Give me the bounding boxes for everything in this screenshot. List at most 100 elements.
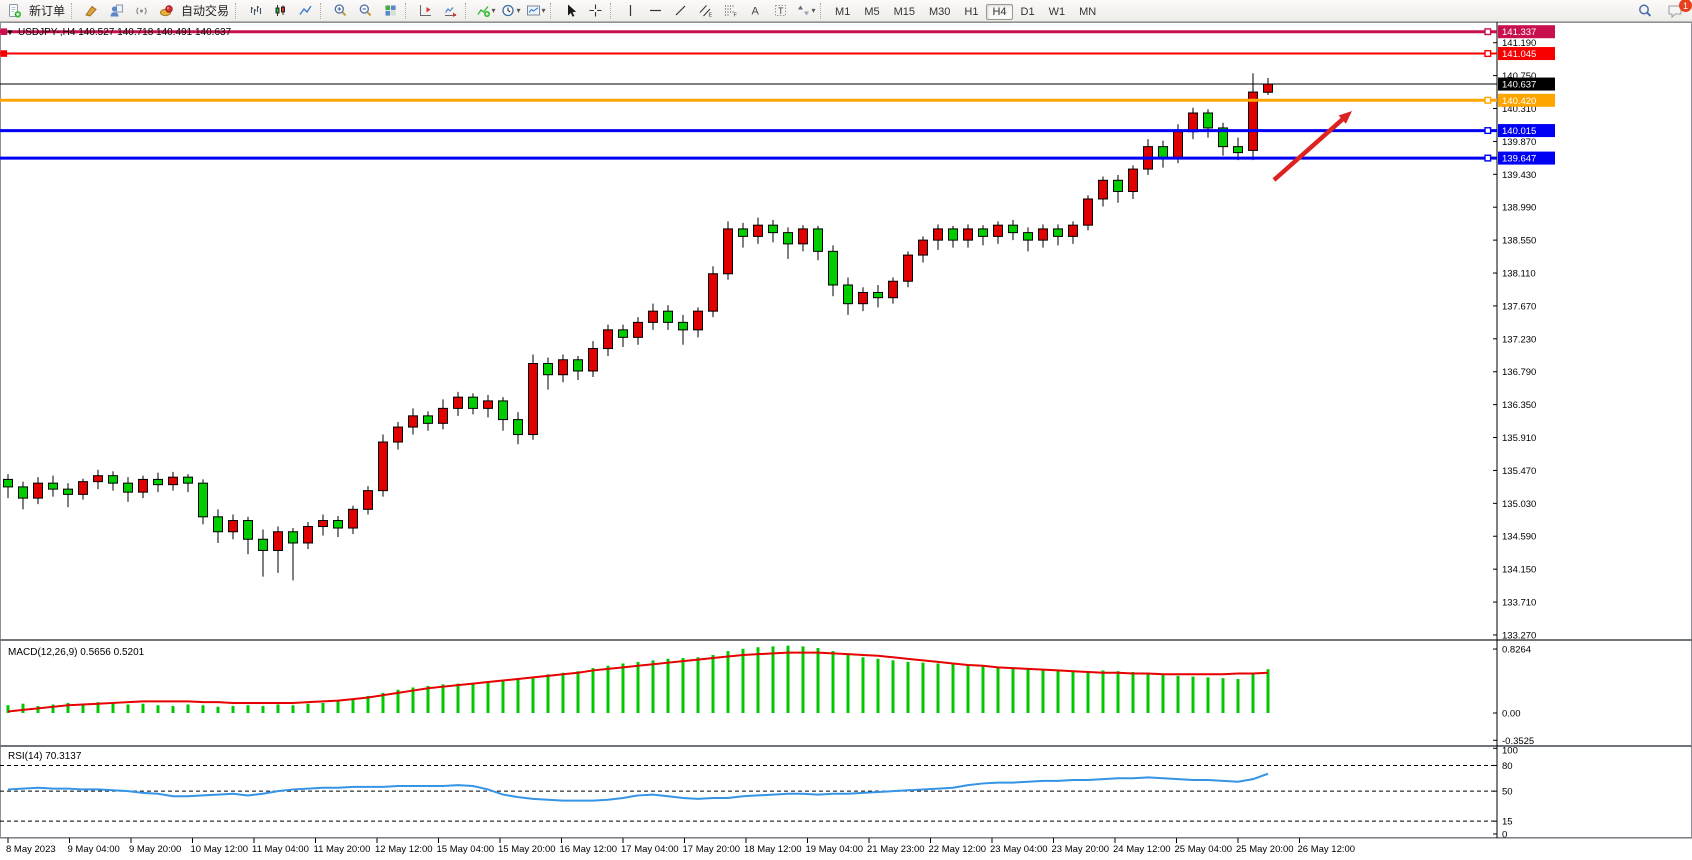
price-badge-label: 140.015 bbox=[1502, 126, 1536, 137]
text-button[interactable]: A bbox=[743, 0, 768, 21]
new-order-icon bbox=[7, 3, 22, 18]
svg-text:A: A bbox=[752, 6, 760, 18]
trendline-button[interactable] bbox=[668, 0, 693, 21]
macd-histogram-bar bbox=[1162, 674, 1165, 713]
tf-button-H4[interactable]: H4 bbox=[986, 4, 1012, 20]
macd-histogram-bar bbox=[442, 684, 445, 713]
macd-histogram-bar bbox=[1222, 678, 1225, 713]
candle-body bbox=[934, 229, 943, 240]
tf-button-MN[interactable]: MN bbox=[1073, 4, 1102, 20]
chart-background bbox=[0, 22, 1692, 860]
date-tick-label: 15 May 04:00 bbox=[437, 844, 495, 855]
tf-button-M1[interactable]: M1 bbox=[829, 4, 856, 20]
vertical-line-button[interactable] bbox=[618, 0, 643, 21]
candle-body bbox=[754, 225, 763, 236]
candle-body bbox=[214, 517, 223, 532]
auto-trading-button[interactable] bbox=[154, 0, 179, 21]
search-button[interactable] bbox=[1632, 0, 1657, 21]
macd-histogram-bar bbox=[592, 668, 595, 713]
candle-body bbox=[289, 532, 298, 543]
candle-body bbox=[949, 229, 958, 240]
zoom-out-button[interactable] bbox=[353, 0, 378, 21]
candlestick-chart-button[interactable] bbox=[268, 0, 293, 21]
candle-body bbox=[874, 292, 883, 297]
fibonacci-button[interactable]: F bbox=[718, 0, 743, 21]
rsi-tick-label: 100 bbox=[1502, 746, 1518, 757]
market-depth-icon bbox=[109, 3, 124, 18]
chat-button[interactable]: 1 bbox=[1663, 0, 1688, 21]
line-anchor[interactable] bbox=[1485, 29, 1491, 35]
candle-body bbox=[634, 322, 643, 337]
date-tick-label: 9 May 04:00 bbox=[68, 844, 120, 855]
channel-button[interactable]: E bbox=[693, 0, 718, 21]
signals-button[interactable] bbox=[129, 0, 154, 21]
periods-button[interactable]: ▾ bbox=[498, 0, 523, 21]
candle-body bbox=[169, 477, 178, 484]
candle-body bbox=[574, 360, 583, 371]
date-tick-label: 9 May 20:00 bbox=[129, 844, 181, 855]
candle-body bbox=[544, 364, 553, 375]
macd-histogram-bar bbox=[1132, 672, 1135, 713]
candle-body bbox=[514, 420, 523, 435]
new-order-label[interactable]: 新订单 bbox=[27, 2, 69, 19]
price-badge-label: 141.045 bbox=[1502, 49, 1536, 60]
tile-windows-icon bbox=[383, 3, 398, 18]
auto-scroll-button[interactable] bbox=[438, 0, 463, 21]
candle-body bbox=[919, 240, 928, 255]
crosshair-button[interactable] bbox=[583, 0, 608, 21]
bar-chart-button[interactable] bbox=[243, 0, 268, 21]
candle-body bbox=[1189, 113, 1198, 132]
date-tick-label: 12 May 12:00 bbox=[375, 844, 433, 855]
line-anchor[interactable] bbox=[1, 51, 7, 57]
zoom-in-button[interactable] bbox=[328, 0, 353, 21]
macd-histogram-bar bbox=[307, 704, 310, 713]
toolbar: 新订单 自动交易 ▾ ▾ ▾ E F A T ▾ M1M5M15M30H1H4D… bbox=[0, 0, 1692, 22]
line-anchor[interactable] bbox=[1485, 51, 1491, 57]
tf-button-W1[interactable]: W1 bbox=[1043, 4, 1072, 20]
macd-histogram-bar bbox=[457, 684, 460, 713]
chart-shift-button[interactable] bbox=[413, 0, 438, 21]
tile-windows-button[interactable] bbox=[378, 0, 403, 21]
horizontal-line-button[interactable] bbox=[643, 0, 668, 21]
cursor-button[interactable] bbox=[558, 0, 583, 21]
candle-body bbox=[184, 477, 193, 483]
macd-histogram-bar bbox=[682, 658, 685, 713]
macd-histogram-bar bbox=[847, 654, 850, 713]
tf-button-M30[interactable]: M30 bbox=[923, 4, 956, 20]
styles-button[interactable] bbox=[79, 0, 104, 21]
chevron-down-icon: ▾ bbox=[812, 6, 816, 15]
line-chart-button[interactable] bbox=[293, 0, 318, 21]
price-tick-label: 135.470 bbox=[1502, 466, 1536, 477]
date-tick-label: 17 May 20:00 bbox=[683, 844, 741, 855]
macd-histogram-bar bbox=[517, 680, 520, 713]
indicators-button[interactable]: ▾ bbox=[473, 0, 498, 21]
templates-button[interactable]: ▾ bbox=[523, 0, 548, 21]
tf-button-D1[interactable]: D1 bbox=[1015, 4, 1041, 20]
auto-trading-label[interactable]: 自动交易 bbox=[179, 2, 233, 19]
macd-histogram-bar bbox=[217, 707, 220, 713]
symbol-dropdown-icon[interactable]: ▼ bbox=[6, 28, 14, 37]
text-label-button[interactable]: T bbox=[768, 0, 793, 21]
date-tick-label: 25 May 04:00 bbox=[1175, 844, 1233, 855]
line-anchor[interactable] bbox=[1485, 128, 1491, 134]
macd-tick-label: 0.8264 bbox=[1502, 645, 1531, 656]
candle-body bbox=[1084, 199, 1093, 225]
new-order-button[interactable] bbox=[2, 0, 27, 21]
macd-histogram-bar bbox=[742, 649, 745, 713]
line-anchor[interactable] bbox=[1485, 155, 1491, 161]
candle-body bbox=[139, 479, 148, 492]
tf-button-H1[interactable]: H1 bbox=[958, 4, 984, 20]
line-anchor[interactable] bbox=[1485, 97, 1491, 103]
chart-canvas[interactable]: ▼USDJPY-,H4 140.527 140.718 140.491 140.… bbox=[0, 22, 1692, 860]
macd-histogram-bar bbox=[277, 704, 280, 713]
tf-button-M15[interactable]: M15 bbox=[888, 4, 921, 20]
arrows-button[interactable]: ▾ bbox=[793, 0, 818, 21]
market-depth-button[interactable] bbox=[104, 0, 129, 21]
price-badge-label: 140.420 bbox=[1502, 96, 1536, 107]
tf-button-M5[interactable]: M5 bbox=[858, 4, 885, 20]
candle-body bbox=[1234, 147, 1243, 153]
candle-body bbox=[1174, 132, 1183, 158]
candle-body bbox=[619, 330, 628, 337]
candle-body bbox=[994, 225, 1003, 236]
macd-histogram-bar bbox=[607, 666, 610, 713]
